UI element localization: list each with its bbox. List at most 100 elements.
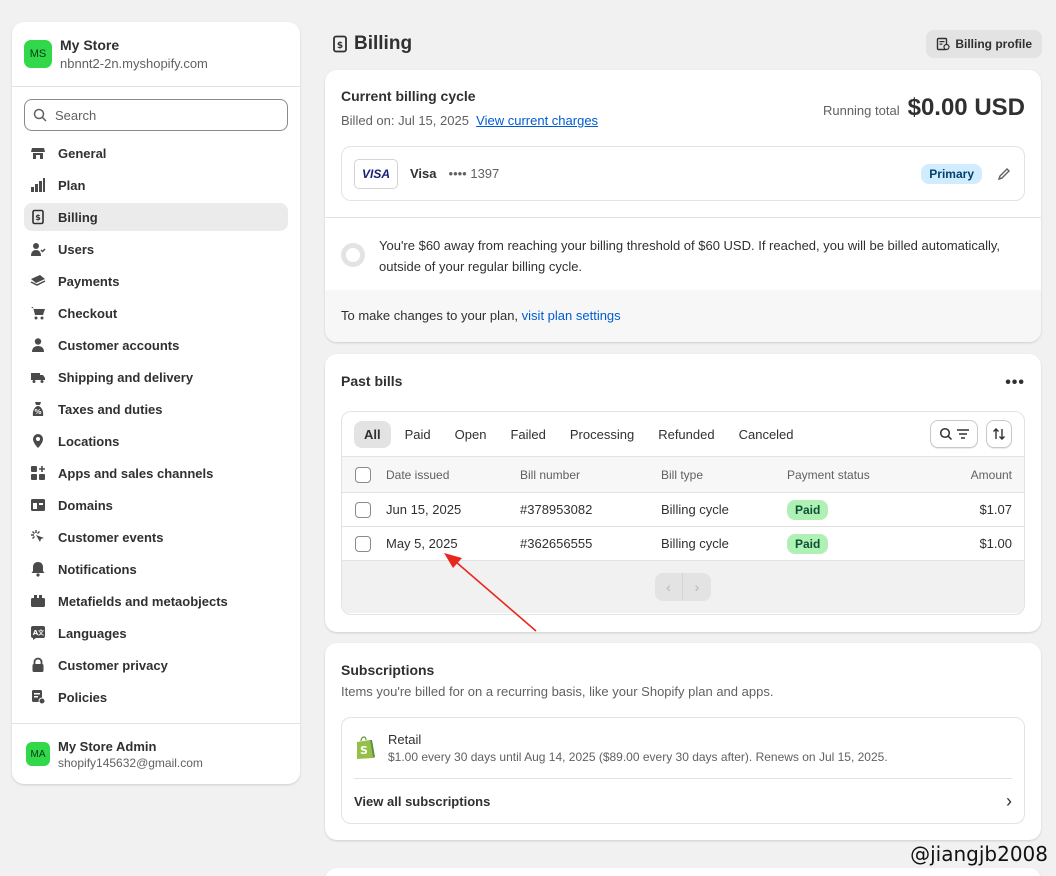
view-current-charges-link[interactable]: View current charges [476,113,598,128]
view-all-subscriptions-link[interactable]: View all subscriptions › [354,778,1012,824]
threshold-progress-ring-icon [341,243,365,267]
sidebar-item-shipping[interactable]: Shipping and delivery [24,363,288,391]
tab-failed[interactable]: Failed [500,421,555,448]
sidebar-item-label: Locations [58,433,120,449]
search-filter-button[interactable] [930,420,978,448]
payments-icon [30,273,46,289]
sort-arrows-icon [993,428,1005,440]
billing-profile-label: Billing profile [955,37,1032,51]
bill-filter-tabs: All Paid Open Failed Processing Refunded… [342,412,1024,457]
sidebar-item-general[interactable]: General [24,139,288,167]
prev-page-button[interactable]: ‹ [655,573,683,601]
store-header[interactable]: MS My Store nbnnt2-2n.myshopify.com [12,22,300,87]
cycle-subtitle: Billed on: Jul 15, 2025 View current cha… [341,113,598,128]
cycle-title: Current billing cycle [341,88,476,104]
globe-icon [30,497,46,513]
billing-threshold: You're $60 away from reaching your billi… [341,235,1001,277]
receipt-icon: $ [333,35,347,53]
sidebar-item-notifications[interactable]: Notifications [24,555,288,583]
tab-refunded[interactable]: Refunded [648,421,724,448]
sidebar-item-billing[interactable]: $ Billing [24,203,288,231]
sidebar-item-label: Domains [58,497,113,513]
sidebar-item-languages[interactable]: A 文 Languages [24,619,288,647]
settings-sidebar: MS My Store nbnnt2-2n.myshopify.com Gene… [12,22,300,784]
bill-type: Billing cycle [661,502,729,517]
sidebar-item-payments[interactable]: Payments [24,267,288,295]
primary-badge: Primary [921,163,982,184]
past-bills-card: Past bills ••• All Paid Open Failed Proc… [325,354,1041,632]
location-pin-icon [30,433,46,449]
sidebar-item-metafields[interactable]: Metafields and metaobjects [24,587,288,615]
sidebar-item-customer-privacy[interactable]: Customer privacy [24,651,288,679]
next-card-partial [325,868,1041,876]
sidebar-item-plan[interactable]: Plan [24,171,288,199]
sidebar-item-domains[interactable]: Domains [24,491,288,519]
billing-profile-button[interactable]: Billing profile [926,30,1042,58]
row-checkbox[interactable] [355,535,371,552]
tab-processing[interactable]: Processing [560,421,644,448]
next-page-button[interactable]: › [683,573,711,601]
sidebar-item-label: Customer accounts [58,337,180,353]
lock-icon [30,657,46,673]
pencil-edit-icon[interactable] [996,166,1012,182]
bill-status-cell: Paid [787,534,907,554]
sidebar-item-label: Languages [58,625,127,641]
store-name: My Store [60,37,120,53]
store-icon [30,145,46,161]
running-total: Running total $0.00 USD [823,94,1025,122]
sidebar-item-label: Customer events [58,529,164,545]
table-row[interactable]: May 5, 2025 #362656555 Billing cycle Pai… [342,527,1024,561]
users-icon [30,241,46,257]
subscription-list: S Retail $1.00 every 30 days until Aug 1… [341,717,1025,824]
tax-icon: % [30,401,46,417]
sidebar-item-label: Taxes and duties [58,401,163,417]
col-bill-type: Bill type [661,467,704,482]
bell-icon [30,561,46,577]
subscriptions-card: Subscriptions Items you're billed for on… [325,643,1041,840]
svg-text:%: % [34,408,41,416]
search-input[interactable] [55,107,275,123]
sidebar-item-locations[interactable]: Locations [24,427,288,455]
store-domain: nbnnt2-2n.myshopify.com [60,56,208,71]
search-box[interactable] [24,99,288,131]
svg-text:S: S [360,744,368,757]
tab-paid[interactable]: Paid [395,421,441,448]
sidebar-item-checkout[interactable]: Checkout [24,299,288,327]
sidebar-item-label: General [58,145,107,161]
divider [325,217,1041,218]
receipt-icon: $ [30,209,46,225]
sidebar-item-users[interactable]: Users [24,235,288,263]
page-title: $ Billing [332,33,412,55]
tab-all[interactable]: All [354,420,391,448]
sidebar-item-customer-accounts[interactable]: Customer accounts [24,331,288,359]
visit-plan-settings-link[interactable]: visit plan settings [522,308,621,323]
sidebar-item-label: Apps and sales channels [58,465,214,481]
select-all-checkbox[interactable] [355,466,371,483]
svg-text:$: $ [35,213,41,222]
sidebar-item-taxes[interactable]: % Taxes and duties [24,395,288,423]
cart-icon [30,305,46,321]
card-number: •••• 1397 [448,166,500,181]
sidebar-item-apps[interactable]: Apps and sales channels [24,459,288,487]
bill-amount: $1.00 [979,536,1012,551]
sidebar-item-customer-events[interactable]: Customer events [24,523,288,551]
tab-open[interactable]: Open [445,421,497,448]
sort-button[interactable] [986,420,1012,448]
bill-status-cell: Paid [787,500,907,520]
page-header: $ Billing Billing profile [332,30,1042,58]
store-avatar: MS [24,40,52,68]
running-total-label: Running total [822,103,900,118]
user-account[interactable]: MA My Store Admin shopify145632@gmail.co… [12,723,300,784]
chevron-right-icon: › [1006,791,1012,811]
more-actions-icon[interactable]: ••• [1005,374,1025,392]
bill-number: #378953082 [520,502,593,517]
cursor-click-icon [30,529,46,545]
col-date-issued[interactable]: Date issued [386,468,520,482]
bill-amount: $1.07 [979,502,1012,517]
status-badge: Paid [787,534,829,554]
row-checkbox[interactable] [355,501,371,518]
tab-canceled[interactable]: Canceled [729,421,804,448]
sidebar-item-policies[interactable]: Policies [24,683,288,711]
visa-logo-icon: VISA [354,158,398,189]
table-row[interactable]: Jun 15, 2025 #378953082 Billing cycle Pa… [342,493,1024,527]
